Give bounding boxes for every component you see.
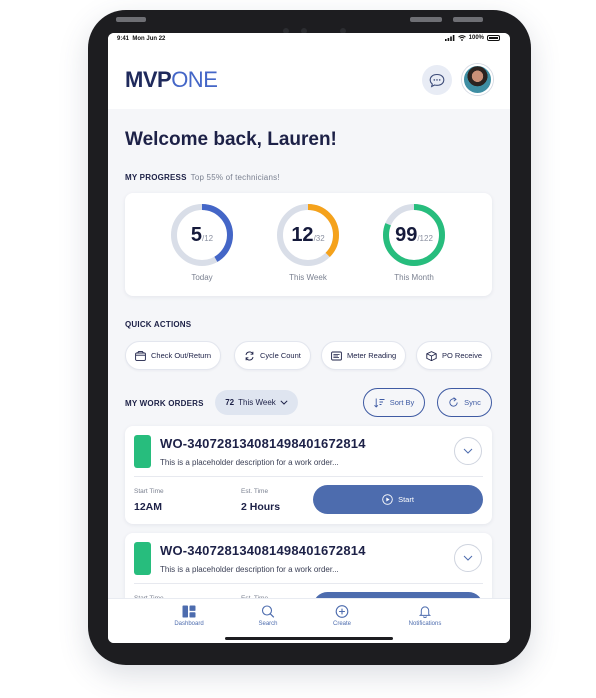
work-order-description: This is a placeholder description for a … [160, 565, 339, 574]
welcome-heading: Welcome back, Lauren! [125, 129, 337, 150]
work-order-id: WO-34072813408149840167281​4 [160, 436, 366, 451]
status-indicators: 100% [444, 35, 500, 41]
ring-value: 99/122 [382, 203, 446, 267]
filter-count: 72 [225, 398, 235, 407]
play-icon [382, 494, 393, 505]
tab-label: Dashboard [174, 621, 204, 627]
chevron-down-icon [280, 400, 288, 405]
ring-count: 5 [190, 223, 202, 246]
status-indicator [134, 435, 151, 468]
start-time-label: Start Time [134, 488, 164, 495]
plus-circle-icon [335, 605, 349, 618]
ring-total: /32 [313, 234, 325, 243]
status-indicator [134, 542, 151, 575]
battery-text: 100% [468, 35, 484, 41]
search-icon [261, 605, 275, 618]
quick-action-label: Meter Reading [347, 351, 397, 360]
cycle-icon [245, 351, 254, 360]
dashboard-icon [182, 605, 196, 618]
sync-button[interactable]: Sync [437, 388, 492, 417]
ring-label-week: This Week [289, 273, 327, 282]
status-time: 9:41 Mon Jun 22 [117, 36, 165, 42]
device-button [410, 17, 442, 22]
progress-ring-week[interactable]: 12/32 [276, 203, 340, 267]
progress-sublabel: Top 55% of technicians! [190, 173, 280, 182]
tray-icon [135, 350, 146, 361]
battery-icon [487, 35, 500, 41]
ring-label-month: This Month [394, 273, 434, 282]
tab-label: Search [258, 621, 278, 627]
date-text: Mon Jun 22 [132, 36, 166, 42]
meter-icon [331, 351, 342, 360]
quick-actions-label: QUICK ACTIONS [125, 320, 192, 329]
app-header: MVPONE [108, 47, 510, 109]
work-order-id: WO-34072813408149840167281​4 [160, 543, 366, 558]
est-time-label: Est. Time [241, 488, 269, 495]
progress-label: MY PROGRESS [125, 173, 187, 182]
meter-reading-button[interactable]: Meter Reading [321, 341, 407, 370]
tab-dashboard[interactable]: Dashboard [159, 605, 219, 627]
chevron-down-icon [463, 448, 473, 454]
ring-count: 12 [291, 223, 314, 246]
filter-label: This Week [238, 398, 276, 407]
progress-card: 5/12 Today 12/32 This Week 99/122 This M… [125, 193, 492, 296]
ring-value: 12/32 [276, 203, 340, 267]
po-receive-button[interactable]: PO Receive [416, 341, 493, 370]
ring-value: 5/12 [170, 203, 234, 267]
start-time-value: 12AM [134, 501, 163, 513]
app-screen: 9:41 Mon Jun 22 100% MVPONE Welcome back… [108, 33, 510, 643]
card-divider [134, 583, 483, 584]
device-button [453, 17, 483, 22]
chat-button[interactable] [422, 65, 452, 95]
work-orders-filter-dropdown[interactable]: 72 This Week [215, 390, 298, 415]
device-button [116, 17, 146, 22]
quick-action-label: PO Receive [442, 351, 483, 360]
logo-accent-text: ONE [171, 67, 218, 92]
ring-total: /122 [417, 234, 433, 243]
signal-icon [444, 35, 455, 41]
chevron-down-icon [463, 555, 473, 561]
start-label: Start [398, 495, 414, 504]
expand-button[interactable] [454, 437, 482, 465]
progress-ring-month[interactable]: 99/122 [382, 203, 446, 267]
tab-label: Notifications [408, 621, 442, 627]
sync-label: Sync [464, 398, 481, 407]
app-logo[interactable]: MVPONE [125, 67, 218, 93]
sync-icon [449, 397, 458, 407]
quick-action-label: Check Out/Return [151, 351, 212, 360]
user-avatar[interactable] [462, 64, 493, 95]
work-order-card[interactable]: WO-34072813408149840167281​4 This is a p… [125, 426, 492, 524]
tab-create[interactable]: Create [312, 605, 372, 627]
tab-label: Create [332, 621, 351, 627]
sort-by-label: Sort By [389, 398, 415, 407]
ring-count: 99 [395, 223, 418, 246]
cycle-count-button[interactable]: Cycle Count [234, 341, 311, 370]
tab-search[interactable]: Search [238, 605, 298, 627]
check-out-return-button[interactable]: Check Out/Return [125, 341, 222, 370]
clock-text: 9:41 [117, 36, 130, 42]
progress-ring-today[interactable]: 5/12 [170, 203, 234, 267]
sort-icon [373, 398, 385, 408]
sort-by-button[interactable]: Sort By [363, 388, 425, 417]
logo-text: MVP [125, 67, 172, 92]
ring-label-today: Today [191, 273, 213, 282]
home-indicator [225, 637, 393, 640]
est-time-value: 2 Hours [241, 501, 281, 513]
work-order-description: This is a placeholder description for a … [160, 458, 339, 467]
start-button[interactable]: Start [313, 485, 483, 514]
expand-button[interactable] [454, 544, 482, 572]
card-divider [134, 476, 483, 477]
work-orders-label: MY WORK ORDERS [125, 399, 204, 408]
quick-action-label: Cycle Count [260, 351, 301, 360]
chat-bubble-icon [429, 73, 445, 88]
package-icon [426, 350, 437, 361]
status-bar: 9:41 Mon Jun 22 100% [108, 33, 510, 47]
wifi-icon [457, 35, 466, 41]
tab-notifications[interactable]: Notifications [395, 605, 455, 627]
progress-section-label: MY PROGRESS Top 55% of technicians! [125, 173, 280, 182]
bell-icon [418, 606, 432, 618]
ring-total: /12 [202, 234, 214, 243]
